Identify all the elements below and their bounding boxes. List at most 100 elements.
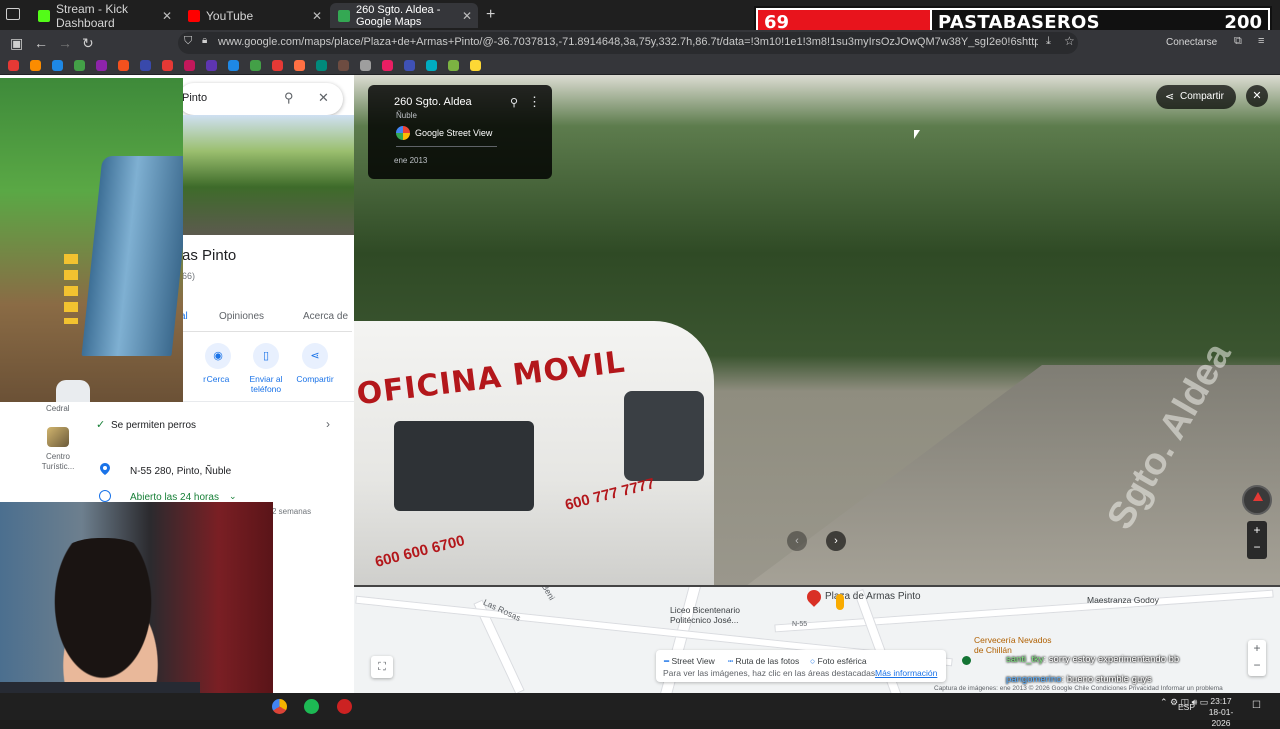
notifications-icon[interactable]: ☐ bbox=[1252, 700, 1261, 711]
van-phone: 600 600 6700 bbox=[373, 532, 467, 571]
map-label[interactable]: Cervecería Nevados de Chillán bbox=[974, 635, 1054, 655]
map-label: Beni bbox=[539, 585, 558, 602]
map-pin-icon[interactable]: ⚲ bbox=[510, 96, 518, 109]
bookmark-icon[interactable] bbox=[140, 60, 151, 71]
bookmark-icon[interactable] bbox=[448, 60, 459, 71]
bookmark-icon[interactable] bbox=[30, 60, 41, 71]
close-street-view-icon[interactable]: ✕ bbox=[1246, 85, 1268, 107]
more-info-link[interactable]: Más información bbox=[875, 668, 937, 678]
close-tab-icon[interactable]: ✕ bbox=[462, 9, 472, 23]
bookmark-icon[interactable] bbox=[228, 60, 239, 71]
search-box[interactable]: Pinto ⚲ ✕ bbox=[178, 83, 343, 115]
bookmark-icon[interactable] bbox=[294, 60, 305, 71]
nearby-item-centro[interactable]: Centro Turístic... bbox=[40, 452, 76, 472]
back-icon[interactable]: ← bbox=[34, 35, 48, 51]
bookmark-icon[interactable] bbox=[338, 60, 349, 71]
url-field[interactable]: ⛉ 🔒︎ www.google.com/maps/place/Plaza+de+… bbox=[178, 32, 1078, 54]
bookmark-icon[interactable] bbox=[272, 60, 283, 71]
bookmark-icon[interactable] bbox=[206, 60, 217, 71]
bookmark-icon[interactable] bbox=[250, 60, 261, 71]
forward-icon[interactable]: → bbox=[58, 35, 72, 51]
close-tab-icon[interactable]: ✕ bbox=[312, 9, 322, 23]
menu-icon[interactable]: ≡ bbox=[1258, 35, 1264, 47]
tab-kick-dashboard[interactable]: Stream - Kick Dashboard ✕ bbox=[30, 2, 178, 30]
app-taskbar-icon[interactable] bbox=[337, 699, 352, 714]
bookmark-icon[interactable] bbox=[74, 60, 85, 71]
share-button[interactable]: ⋖ Compartir bbox=[288, 343, 342, 384]
bookmark-icon[interactable] bbox=[184, 60, 195, 71]
location-pin-icon bbox=[100, 463, 110, 475]
bookmark-icon[interactable] bbox=[8, 60, 19, 71]
bookmark-icon[interactable] bbox=[162, 60, 173, 71]
imagery-source[interactable]: Google Street View bbox=[415, 128, 492, 138]
zoom-in-icon[interactable]: + bbox=[1247, 523, 1267, 537]
map-label[interactable]: Liceo Bicentenario Politécnico José... bbox=[670, 605, 770, 625]
location-region: Ñuble bbox=[396, 111, 417, 120]
phone-icon: ▯ bbox=[253, 343, 279, 369]
clock-icon bbox=[99, 490, 111, 502]
spotify-icon[interactable] bbox=[304, 699, 319, 714]
bookmark-icon[interactable] bbox=[316, 60, 327, 71]
tab-google-maps[interactable]: 260 Sgto. Aldea - Google Maps ✕ bbox=[330, 3, 478, 28]
close-search-icon[interactable]: ✕ bbox=[318, 90, 329, 106]
bookmark-star-icon[interactable]: ☆ bbox=[1064, 34, 1075, 48]
new-tab-button[interactable]: + bbox=[486, 6, 495, 24]
expand-map-icon[interactable]: ⛶ bbox=[371, 656, 393, 678]
bookmark-icon[interactable] bbox=[360, 60, 371, 71]
pegman-icon[interactable] bbox=[836, 594, 844, 610]
legend-label: Street View bbox=[671, 656, 715, 666]
compass-icon[interactable] bbox=[1242, 485, 1272, 515]
street-view-share-button[interactable]: ⋖ Compartir bbox=[1156, 85, 1236, 109]
dogs-allowed[interactable]: Se permiten perros bbox=[111, 420, 196, 431]
chat-text: : sorry estoy experimentando bb bbox=[1043, 654, 1180, 665]
bookmark-icon[interactable] bbox=[426, 60, 437, 71]
reload-icon[interactable]: ↻ bbox=[82, 35, 94, 52]
connect-button[interactable]: Conectarse bbox=[1166, 37, 1217, 48]
nearby-button[interactable]: ◉ Cerca bbox=[191, 343, 245, 384]
tab-about[interactable]: Acerca de bbox=[303, 311, 348, 322]
chevron-right-icon[interactable]: › bbox=[326, 417, 330, 431]
nearby-icon: ◉ bbox=[205, 343, 231, 369]
search-input[interactable]: Pinto bbox=[182, 92, 207, 104]
bookmark-icon[interactable] bbox=[404, 60, 415, 71]
clock[interactable]: 23:17 18-01-2026 bbox=[1201, 696, 1241, 729]
legend-label: Foto esférica bbox=[817, 656, 867, 666]
more-options-icon[interactable]: ⋮ bbox=[528, 94, 541, 110]
language-indicator[interactable]: ESP bbox=[1178, 702, 1195, 712]
extensions-icon[interactable]: ⧉ bbox=[1234, 35, 1242, 48]
share-icon: ⋖ bbox=[302, 343, 328, 369]
previous-arrow-icon[interactable]: ‹ bbox=[787, 531, 807, 551]
bookmark-icon[interactable] bbox=[96, 60, 107, 71]
review-count[interactable]: 66) bbox=[182, 271, 195, 281]
address-text[interactable]: N-55 280, Pinto, Ñuble bbox=[130, 466, 231, 477]
tab-reviews[interactable]: Opiniones bbox=[219, 311, 264, 322]
zoom-out-icon[interactable]: − bbox=[1247, 540, 1267, 554]
bookmark-icon[interactable] bbox=[52, 60, 63, 71]
download-icon[interactable]: ⤓ bbox=[1046, 35, 1051, 48]
nearby-item-cedral[interactable]: Cedral bbox=[46, 404, 70, 413]
sidebar-toggle-icon[interactable]: ▣ bbox=[10, 35, 23, 52]
site-info-icon[interactable]: ⛉ bbox=[184, 35, 192, 48]
lock-icon: 🔒︎ bbox=[202, 35, 208, 46]
chat-user: pangomerino bbox=[1006, 674, 1062, 685]
zoom-in-icon[interactable]: + bbox=[1248, 641, 1266, 655]
capture-date[interactable]: ene 2013 bbox=[394, 156, 427, 165]
bookmark-icon[interactable] bbox=[382, 60, 393, 71]
app-taskbar-icon[interactable] bbox=[272, 699, 287, 714]
place-photo[interactable] bbox=[183, 115, 354, 235]
tab-youtube[interactable]: YouTube ✕ bbox=[180, 3, 328, 28]
chevron-down-icon[interactable]: ⌄ bbox=[229, 491, 237, 502]
map-label[interactable]: Maestranza Godoy bbox=[1087, 595, 1159, 605]
bookmark-icon[interactable] bbox=[118, 60, 129, 71]
runner-image bbox=[56, 380, 90, 402]
tab-actions-icon[interactable] bbox=[6, 8, 20, 20]
zoom-out-icon[interactable]: − bbox=[1248, 658, 1266, 672]
van-window bbox=[624, 391, 704, 481]
search-icon[interactable]: ⚲ bbox=[284, 90, 294, 106]
send-to-phone-button[interactable]: ▯ Enviar al teléfono bbox=[239, 343, 293, 394]
bookmark-icon[interactable] bbox=[470, 60, 481, 71]
next-arrow-icon[interactable]: › bbox=[826, 531, 846, 551]
close-tab-icon[interactable]: ✕ bbox=[162, 9, 172, 23]
chat-text: : bueno stumble guys bbox=[1061, 674, 1152, 685]
nearby-thumbnail[interactable] bbox=[47, 427, 69, 447]
